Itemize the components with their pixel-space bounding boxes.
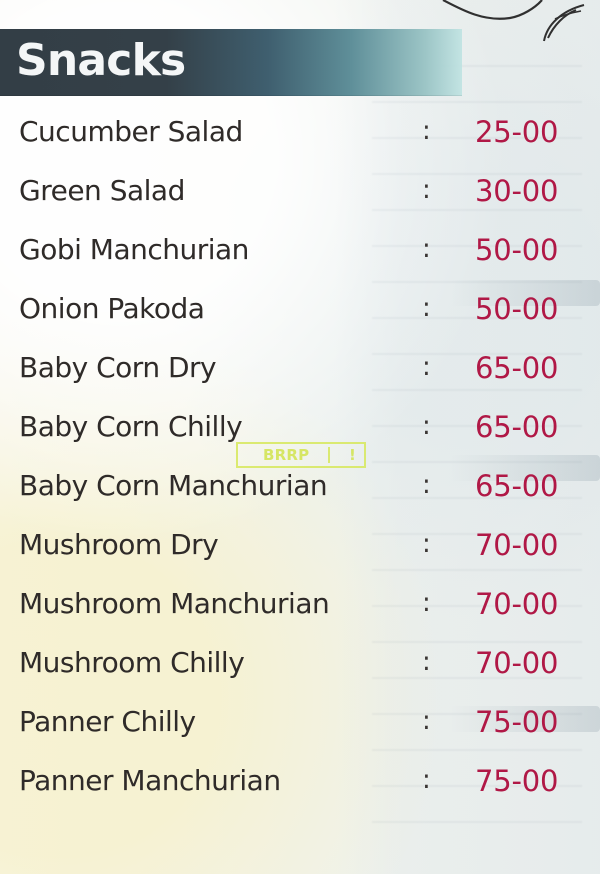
menu-item: Baby Corn Dry : 65-00 (0, 344, 600, 392)
menu-item-separator: : (422, 529, 431, 559)
menu-item-price: 65-00 (475, 351, 559, 385)
menu-item-name: Baby Corn Dry (19, 351, 217, 384)
menu-item-name: Mushroom Dry (19, 528, 219, 561)
menu-item: Mushroom Chilly : 70-00 (0, 639, 600, 687)
menu-item-price: 25-00 (475, 115, 559, 149)
menu-item-name: Panner Manchurian (19, 764, 281, 797)
menu-item-name: Green Salad (19, 174, 185, 207)
menu-item-price: 75-00 (475, 764, 559, 798)
menu-item-price: 75-00 (475, 705, 559, 739)
menu-item: Mushroom Dry : 70-00 (0, 521, 600, 569)
menu-item: Mushroom Manchurian : 70-00 (0, 580, 600, 628)
menu-item-name: Baby Corn Chilly (19, 410, 243, 443)
menu-item-name: Mushroom Chilly (19, 646, 245, 679)
menu-item-name: Baby Corn Manchurian (19, 469, 328, 502)
menu-item: Gobi Manchurian : 50-00 (0, 226, 600, 274)
menu-item-separator: : (422, 706, 431, 736)
menu-item-separator: : (422, 234, 431, 264)
menu-item-price: 70-00 (475, 528, 559, 562)
menu-item-price: 65-00 (475, 410, 559, 444)
menu-item-separator: : (422, 647, 431, 677)
section-title: Snacks (16, 35, 186, 86)
menu-item-price: 50-00 (475, 292, 559, 326)
menu-item: Green Salad : 30-00 (0, 167, 600, 215)
menu-item: Baby Corn Manchurian : 65-00 (0, 462, 600, 510)
menu-item-separator: : (422, 470, 431, 500)
menu-item-name: Gobi Manchurian (19, 233, 249, 266)
menu-item-separator: : (422, 411, 431, 441)
menu-item-price: 30-00 (475, 174, 559, 208)
menu-item: Onion Pakoda : 50-00 (0, 285, 600, 333)
menu-item-separator: : (422, 765, 431, 795)
watermark-mark: ! (348, 446, 356, 464)
menu-item: Panner Manchurian : 75-00 (0, 757, 600, 805)
menu-item-name: Panner Chilly (19, 705, 196, 738)
menu-item-separator: : (422, 116, 431, 146)
section-header: Snacks (0, 29, 462, 96)
menu-item-name: Onion Pakoda (19, 292, 205, 325)
menu-item-separator: : (422, 175, 431, 205)
menu-item: Panner Chilly : 75-00 (0, 698, 600, 746)
menu-item-name: Mushroom Manchurian (19, 587, 330, 620)
watermark-badge: BRRP ! (236, 442, 366, 468)
menu-item-separator: : (422, 352, 431, 382)
menu-item-name: Cucumber Salad (19, 115, 243, 148)
watermark-text: BRRP (263, 446, 310, 464)
menu-item-price: 70-00 (475, 587, 559, 621)
menu-item: Cucumber Salad : 25-00 (0, 108, 600, 156)
menu-item-price: 70-00 (475, 646, 559, 680)
menu-item-separator: : (422, 588, 431, 618)
menu-item-separator: : (422, 293, 431, 323)
menu-item-price: 65-00 (475, 469, 559, 503)
menu-item-price: 50-00 (475, 233, 559, 267)
